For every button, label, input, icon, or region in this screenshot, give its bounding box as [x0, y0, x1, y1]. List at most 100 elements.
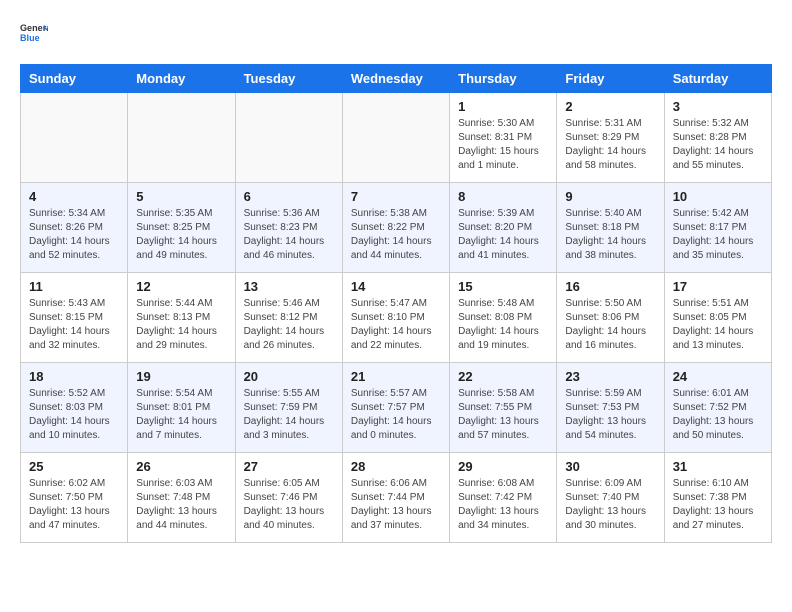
- calendar-day-cell: 29 Sunrise: 6:08 AM Sunset: 7:42 PM Dayli…: [450, 453, 557, 543]
- calendar-day-cell: 16 Sunrise: 5:50 AM Sunset: 8:06 PM Dayli…: [557, 273, 664, 363]
- calendar-day-cell: 13Sunrise: 5:46 AM Sunset: 8:12 PM Dayli…: [235, 273, 342, 363]
- day-number: 15: [458, 279, 548, 294]
- calendar-day-cell: 30 Sunrise: 6:09 AM Sunset: 7:40 PM Dayli…: [557, 453, 664, 543]
- day-info: Sunrise: 5:55 AM Sunset: 7:59 PM Dayligh…: [244, 387, 334, 443]
- calendar-day-cell: 19 Sunrise: 5:54 AM Sunset: 8:01 PM Dayli…: [128, 363, 235, 453]
- calendar-day-cell: 4 Sunrise: 5:34 AM Sunset: 8:26 PM Daylig…: [21, 183, 128, 273]
- day-of-week-header: Wednesday: [342, 65, 449, 93]
- day-number: 28: [351, 459, 441, 474]
- calendar-table: SundayMondayTuesdayWednesdayThursdayFrid…: [20, 64, 772, 543]
- day-number: 29: [458, 459, 548, 474]
- calendar-day-cell: 28Sunrise: 6:06 AM Sunset: 7:44 PM Dayli…: [342, 453, 449, 543]
- calendar-day-cell: 23 Sunrise: 5:59 AM Sunset: 7:53 PM Dayli…: [557, 363, 664, 453]
- day-of-week-header: Thursday: [450, 65, 557, 93]
- calendar-day-cell: 2 Sunrise: 5:31 AM Sunset: 8:29 PM Daylig…: [557, 93, 664, 183]
- calendar-day-cell: 3Sunrise: 5:32 AM Sunset: 8:28 PM Daylig…: [664, 93, 771, 183]
- calendar-day-cell: [235, 93, 342, 183]
- day-number: 3: [673, 99, 763, 114]
- day-of-week-header: Monday: [128, 65, 235, 93]
- day-number: 25: [29, 459, 119, 474]
- day-info: Sunrise: 6:08 AM Sunset: 7:42 PM Dayligh…: [458, 477, 548, 533]
- day-of-week-header: Tuesday: [235, 65, 342, 93]
- calendar-day-cell: 1 Sunrise: 5:30 AM Sunset: 8:31 PM Daylig…: [450, 93, 557, 183]
- day-number: 21: [351, 369, 441, 384]
- calendar-day-cell: 18 Sunrise: 5:52 AM Sunset: 8:03 PM Dayli…: [21, 363, 128, 453]
- calendar-day-cell: [128, 93, 235, 183]
- calendar-day-cell: 15 Sunrise: 5:48 AM Sunset: 8:08 PM Dayli…: [450, 273, 557, 363]
- calendar-week-row: 11 Sunrise: 5:43 AM Sunset: 8:15 PM Dayli…: [21, 273, 772, 363]
- calendar-day-cell: 10 Sunrise: 5:42 AM Sunset: 8:17 PM Dayli…: [664, 183, 771, 273]
- day-number: 20: [244, 369, 334, 384]
- calendar-day-cell: 26 Sunrise: 6:03 AM Sunset: 7:48 PM Dayli…: [128, 453, 235, 543]
- day-info: Sunrise: 5:59 AM Sunset: 7:53 PM Dayligh…: [565, 387, 655, 443]
- day-info: Sunrise: 5:30 AM Sunset: 8:31 PM Dayligh…: [458, 117, 548, 173]
- day-number: 2: [565, 99, 655, 114]
- day-number: 19: [136, 369, 226, 384]
- day-info: Sunrise: 5:57 AM Sunset: 7:57 PM Dayligh…: [351, 387, 441, 443]
- calendar-day-cell: 8Sunrise: 5:39 AM Sunset: 8:20 PM Daylig…: [450, 183, 557, 273]
- calendar-day-cell: 22 Sunrise: 5:58 AM Sunset: 7:55 PM Dayli…: [450, 363, 557, 453]
- day-info: Sunrise: 5:40 AM Sunset: 8:18 PM Dayligh…: [565, 207, 655, 263]
- calendar-day-cell: 14 Sunrise: 5:47 AM Sunset: 8:10 PM Dayli…: [342, 273, 449, 363]
- calendar-day-cell: 21 Sunrise: 5:57 AM Sunset: 7:57 PM Dayli…: [342, 363, 449, 453]
- day-info: Sunrise: 5:34 AM Sunset: 8:26 PM Dayligh…: [29, 207, 119, 263]
- day-number: 8: [458, 189, 548, 204]
- day-number: 11: [29, 279, 119, 294]
- day-of-week-header: Sunday: [21, 65, 128, 93]
- calendar-day-cell: 6 Sunrise: 5:36 AM Sunset: 8:23 PM Daylig…: [235, 183, 342, 273]
- day-number: 4: [29, 189, 119, 204]
- calendar-day-cell: [21, 93, 128, 183]
- day-info: Sunrise: 6:05 AM Sunset: 7:46 PM Dayligh…: [244, 477, 334, 533]
- day-number: 30: [565, 459, 655, 474]
- day-number: 6: [244, 189, 334, 204]
- day-of-week-header: Friday: [557, 65, 664, 93]
- day-number: 22: [458, 369, 548, 384]
- calendar-header-row: SundayMondayTuesdayWednesdayThursdayFrid…: [21, 65, 772, 93]
- day-number: 14: [351, 279, 441, 294]
- logo: General Blue: [20, 20, 52, 48]
- day-number: 23: [565, 369, 655, 384]
- day-number: 24: [673, 369, 763, 384]
- logo-icon: General Blue: [20, 20, 48, 48]
- calendar-week-row: 18 Sunrise: 5:52 AM Sunset: 8:03 PM Dayli…: [21, 363, 772, 453]
- day-number: 18: [29, 369, 119, 384]
- day-number: 26: [136, 459, 226, 474]
- day-info: Sunrise: 6:02 AM Sunset: 7:50 PM Dayligh…: [29, 477, 119, 533]
- day-number: 16: [565, 279, 655, 294]
- day-info: Sunrise: 5:42 AM Sunset: 8:17 PM Dayligh…: [673, 207, 763, 263]
- day-info: Sunrise: 5:47 AM Sunset: 8:10 PM Dayligh…: [351, 297, 441, 353]
- calendar-day-cell: 9Sunrise: 5:40 AM Sunset: 8:18 PM Daylig…: [557, 183, 664, 273]
- day-info: Sunrise: 5:54 AM Sunset: 8:01 PM Dayligh…: [136, 387, 226, 443]
- day-info: Sunrise: 5:38 AM Sunset: 8:22 PM Dayligh…: [351, 207, 441, 263]
- calendar-day-cell: 24Sunrise: 6:01 AM Sunset: 7:52 PM Dayli…: [664, 363, 771, 453]
- day-number: 27: [244, 459, 334, 474]
- page-header: General Blue: [20, 20, 772, 48]
- calendar-day-cell: 25 Sunrise: 6:02 AM Sunset: 7:50 PM Dayli…: [21, 453, 128, 543]
- calendar-day-cell: 27 Sunrise: 6:05 AM Sunset: 7:46 PM Dayli…: [235, 453, 342, 543]
- day-number: 10: [673, 189, 763, 204]
- day-number: 7: [351, 189, 441, 204]
- day-info: Sunrise: 5:50 AM Sunset: 8:06 PM Dayligh…: [565, 297, 655, 353]
- day-info: Sunrise: 5:36 AM Sunset: 8:23 PM Dayligh…: [244, 207, 334, 263]
- day-info: Sunrise: 5:35 AM Sunset: 8:25 PM Dayligh…: [136, 207, 226, 263]
- calendar-week-row: 4 Sunrise: 5:34 AM Sunset: 8:26 PM Daylig…: [21, 183, 772, 273]
- day-info: Sunrise: 5:31 AM Sunset: 8:29 PM Dayligh…: [565, 117, 655, 173]
- day-info: Sunrise: 5:43 AM Sunset: 8:15 PM Dayligh…: [29, 297, 119, 353]
- day-info: Sunrise: 5:58 AM Sunset: 7:55 PM Dayligh…: [458, 387, 548, 443]
- day-info: Sunrise: 5:48 AM Sunset: 8:08 PM Dayligh…: [458, 297, 548, 353]
- calendar-day-cell: 5Sunrise: 5:35 AM Sunset: 8:25 PM Daylig…: [128, 183, 235, 273]
- day-info: Sunrise: 5:44 AM Sunset: 8:13 PM Dayligh…: [136, 297, 226, 353]
- svg-text:Blue: Blue: [20, 33, 40, 43]
- day-info: Sunrise: 6:03 AM Sunset: 7:48 PM Dayligh…: [136, 477, 226, 533]
- day-number: 1: [458, 99, 548, 114]
- calendar-day-cell: 7 Sunrise: 5:38 AM Sunset: 8:22 PM Daylig…: [342, 183, 449, 273]
- day-info: Sunrise: 6:09 AM Sunset: 7:40 PM Dayligh…: [565, 477, 655, 533]
- calendar-day-cell: [342, 93, 449, 183]
- day-info: Sunrise: 5:52 AM Sunset: 8:03 PM Dayligh…: [29, 387, 119, 443]
- day-number: 31: [673, 459, 763, 474]
- day-number: 17: [673, 279, 763, 294]
- calendar-week-row: 25 Sunrise: 6:02 AM Sunset: 7:50 PM Dayli…: [21, 453, 772, 543]
- day-number: 13: [244, 279, 334, 294]
- day-info: Sunrise: 6:10 AM Sunset: 7:38 PM Dayligh…: [673, 477, 763, 533]
- day-info: Sunrise: 5:51 AM Sunset: 8:05 PM Dayligh…: [673, 297, 763, 353]
